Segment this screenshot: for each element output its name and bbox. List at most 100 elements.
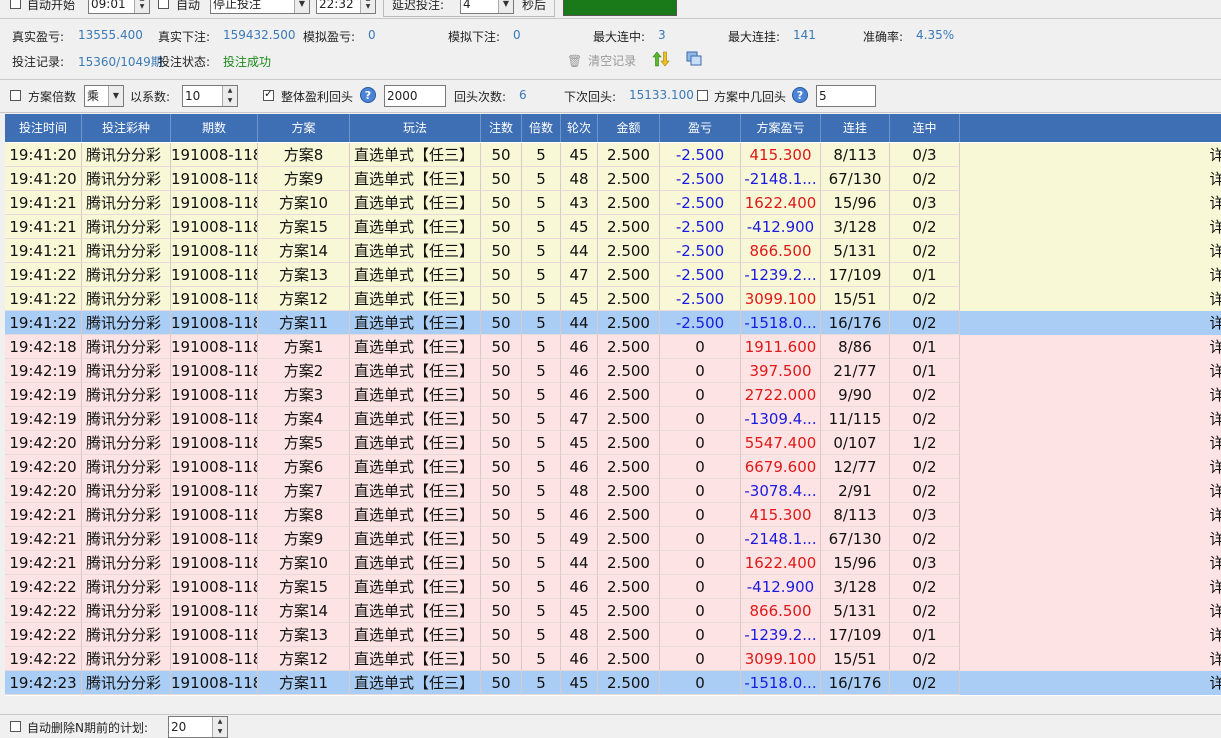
header-col-multiple[interactable]: 倍数 <box>522 114 561 142</box>
detail-link[interactable]: 详 <box>1209 503 1221 527</box>
table-row[interactable]: 19:41:20腾讯分分彩191008-1182方案8直选单式【任三】50545… <box>5 143 1221 167</box>
delay-select[interactable]: 4 ▼ <box>460 0 514 14</box>
table-row[interactable]: 19:41:20腾讯分分彩191008-1182方案9直选单式【任三】50548… <box>5 167 1221 191</box>
table-row[interactable]: 19:42:20腾讯分分彩191008-1183方案5直选单式【任三】50545… <box>5 431 1221 455</box>
auto-delete-checkbox[interactable] <box>10 721 21 732</box>
chevron-down-icon[interactable]: ▼ <box>294 0 309 13</box>
table-row[interactable]: 19:41:21腾讯分分彩191008-1182方案10直选单式【任三】5054… <box>5 191 1221 215</box>
bet-record-value: 15360/1049期 <box>78 55 163 69</box>
auto-delete-input[interactable]: 20 ▲ ▼ <box>168 716 228 738</box>
table-row[interactable]: 19:41:21腾讯分分彩191008-1182方案15直选单式【任三】5054… <box>5 215 1221 239</box>
detail-link[interactable]: 详 <box>1209 215 1221 239</box>
back-count-label: 回头次数: <box>454 90 507 104</box>
stepper-icon[interactable]: ▲ ▼ <box>222 86 237 106</box>
cell-col-time: 19:42:19 <box>5 359 82 383</box>
table-row[interactable]: 19:42:22腾讯分分彩191008-1183方案14直选单式【任三】5054… <box>5 599 1221 623</box>
header-col-time[interactable]: 投注时间 <box>5 114 82 142</box>
auto-mode-select[interactable]: 停止投注 ▼ <box>210 0 310 14</box>
table-row[interactable]: 19:42:23腾讯分分彩191008-1183方案11直选单式【任三】5054… <box>5 671 1221 695</box>
detail-link[interactable]: 详 <box>1209 311 1221 335</box>
auto-checkbox[interactable] <box>158 0 169 9</box>
detail-link[interactable]: 详 <box>1209 527 1221 551</box>
help-icon[interactable]: ? <box>360 87 376 103</box>
detail-link[interactable]: 详 <box>1209 623 1221 647</box>
table-row[interactable]: 19:41:22腾讯分分彩191008-1182方案13直选单式【任三】5054… <box>5 263 1221 287</box>
table-row[interactable]: 19:42:22腾讯分分彩191008-1183方案12直选单式【任三】5054… <box>5 647 1221 671</box>
table-row[interactable]: 19:41:22腾讯分分彩191008-1182方案12直选单式【任三】5054… <box>5 287 1221 311</box>
auto-time-input[interactable]: 22:32 ▲▼ <box>316 0 376 14</box>
detail-link[interactable]: 详 <box>1209 239 1221 263</box>
cell-col-plan: 方案8 <box>258 503 350 527</box>
detail-link[interactable]: 详 <box>1209 407 1221 431</box>
stepper-icon[interactable]: ▲ ▼ <box>212 717 227 737</box>
header-col-count[interactable]: 注数 <box>481 114 522 142</box>
detail-link[interactable]: 详 <box>1209 575 1221 599</box>
chevron-down-icon[interactable]: ▼ <box>108 86 123 106</box>
detail-link[interactable]: 详 <box>1209 431 1221 455</box>
detail-link[interactable]: 详 <box>1209 671 1221 695</box>
cell-col-playtype: 直选单式【任三】 <box>350 311 481 335</box>
time-spinner-icon[interactable]: ▲▼ <box>360 0 375 13</box>
copy-window-button[interactable] <box>686 51 702 70</box>
header-col-profit[interactable]: 盈亏 <box>660 114 741 142</box>
multiplier-checkbox[interactable] <box>10 90 21 101</box>
detail-link[interactable]: 详 <box>1209 359 1221 383</box>
detail-link[interactable]: 详 <box>1209 647 1221 671</box>
sort-arrows-button[interactable] <box>652 50 670 71</box>
auto-start-time-input[interactable]: 09:01 ▲▼ <box>88 0 150 14</box>
detail-link[interactable]: 详 <box>1209 479 1221 503</box>
coef-input[interactable]: 10 ▲ ▼ <box>182 85 238 107</box>
table-row[interactable]: 19:42:21腾讯分分彩191008-1183方案9直选单式【任三】50549… <box>5 527 1221 551</box>
cell-col-miss-streak: 3/128 <box>821 215 890 239</box>
detail-link[interactable]: 详 <box>1209 167 1221 191</box>
header-col-amount[interactable]: 金额 <box>598 114 660 142</box>
cell-col-playtype: 直选单式【任三】 <box>350 239 481 263</box>
detail-link[interactable]: 详 <box>1209 287 1221 311</box>
header-col-issue[interactable]: 期数 <box>171 114 258 142</box>
chevron-down-icon[interactable]: ▼ <box>498 0 513 13</box>
plan-back-input[interactable]: 5 <box>816 85 876 107</box>
detail-link[interactable]: 详 <box>1209 191 1221 215</box>
auto-start-checkbox[interactable] <box>10 0 21 9</box>
clear-records-button[interactable]: 🗑 清空记录 <box>567 52 636 69</box>
total-back-input[interactable]: 2000 <box>384 85 446 107</box>
cell-col-amount: 2.500 <box>598 455 660 479</box>
table-row[interactable]: 19:42:22腾讯分分彩191008-1183方案15直选单式【任三】5054… <box>5 575 1221 599</box>
header-col-hit-streak[interactable]: 连中 <box>890 114 960 142</box>
cell-col-profit: 0 <box>660 407 741 431</box>
detail-link[interactable]: 详 <box>1209 335 1221 359</box>
table-row[interactable]: 19:42:19腾讯分分彩191008-1183方案4直选单式【任三】50547… <box>5 407 1221 431</box>
detail-link[interactable]: 详 <box>1209 599 1221 623</box>
detail-link[interactable]: 详 <box>1209 455 1221 479</box>
cell-col-round: 43 <box>561 191 598 215</box>
help-icon[interactable]: ? <box>792 87 808 103</box>
detail-link[interactable]: 详 <box>1209 143 1221 167</box>
multiplier-op-select[interactable]: 乘 ▼ <box>84 85 124 107</box>
time-spinner-icon[interactable]: ▲▼ <box>134 0 149 13</box>
header-col-round[interactable]: 轮次 <box>561 114 598 142</box>
detail-link[interactable]: 详 <box>1209 551 1221 575</box>
table-row[interactable]: 19:42:20腾讯分分彩191008-1183方案7直选单式【任三】50548… <box>5 479 1221 503</box>
detail-link[interactable]: 详 <box>1209 383 1221 407</box>
header-col-plan[interactable]: 方案 <box>258 114 350 142</box>
table-row[interactable]: 19:41:22腾讯分分彩191008-1182方案11直选单式【任三】5054… <box>5 311 1221 335</box>
total-back-checkbox[interactable] <box>263 87 274 101</box>
header-col-miss-streak[interactable]: 连挂 <box>821 114 890 142</box>
header-col-playtype[interactable]: 玩法 <box>350 114 481 142</box>
table-row[interactable]: 19:42:19腾讯分分彩191008-1183方案2直选单式【任三】50546… <box>5 359 1221 383</box>
cell-col-playtype: 直选单式【任三】 <box>350 647 481 671</box>
plan-back-checkbox[interactable] <box>697 90 708 101</box>
table-row[interactable]: 19:42:22腾讯分分彩191008-1183方案13直选单式【任三】5054… <box>5 623 1221 647</box>
bet-records-table[interactable]: 投注时间 投注彩种 期数 方案 玩法 注数 倍数 轮次 金额 盈亏 方案盈亏 连挂 连中 19:41:2… <box>5 114 1221 696</box>
table-row[interactable]: 19:41:21腾讯分分彩191008-1182方案14直选单式【任三】5054… <box>5 239 1221 263</box>
table-row[interactable]: 19:42:20腾讯分分彩191008-1183方案6直选单式【任三】50546… <box>5 455 1221 479</box>
detail-link[interactable]: 详 <box>1209 263 1221 287</box>
table-row[interactable]: 19:42:21腾讯分分彩191008-1183方案8直选单式【任三】50546… <box>5 503 1221 527</box>
header-col-lottery[interactable]: 投注彩种 <box>82 114 171 142</box>
header-col-plan-profit[interactable]: 方案盈亏 <box>741 114 821 142</box>
table-row[interactable]: 19:42:19腾讯分分彩191008-1183方案3直选单式【任三】50546… <box>5 383 1221 407</box>
cell-col-hit-streak: 0/2 <box>890 671 960 695</box>
table-row[interactable]: 19:42:18腾讯分分彩191008-1183方案1直选单式【任三】50546… <box>5 335 1221 359</box>
cell-col-issue: 191008-1182 <box>171 167 258 191</box>
table-row[interactable]: 19:42:21腾讯分分彩191008-1183方案10直选单式【任三】5054… <box>5 551 1221 575</box>
